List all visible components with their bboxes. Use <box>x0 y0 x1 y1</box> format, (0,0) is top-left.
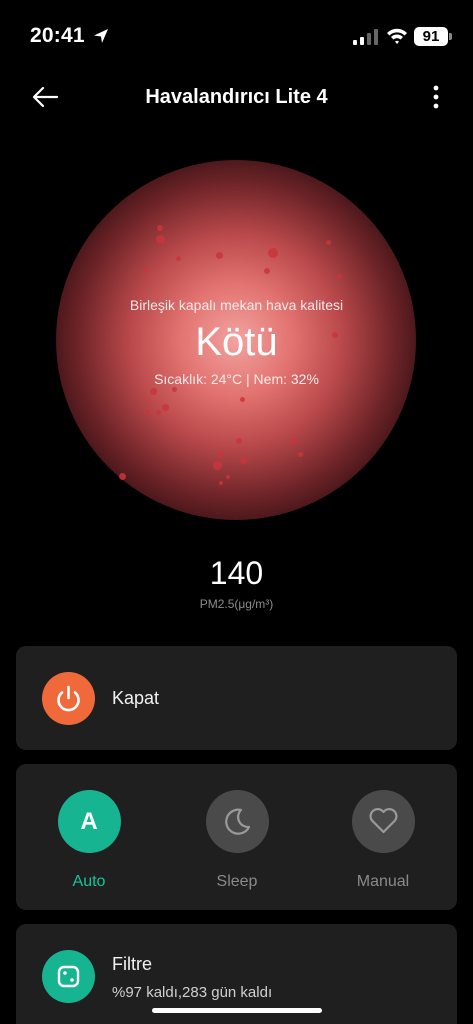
power-card[interactable]: Kapat <box>16 646 457 750</box>
mode-auto[interactable]: A Auto <box>44 790 134 891</box>
wifi-icon <box>387 28 407 44</box>
particle-dot <box>240 397 245 402</box>
particle-dot <box>219 481 223 485</box>
particle-dot <box>291 438 297 444</box>
particle-dot <box>216 252 223 259</box>
mode-manual[interactable]: Manual <box>338 790 428 891</box>
mode-card: A Auto Sleep Manual <box>16 764 457 910</box>
mode-auto-label: Auto <box>72 873 106 890</box>
page-title: Havalandırıcı Lite 4 <box>145 86 328 108</box>
temperature-humidity: Sıcaklık: 24°C | Nem: 32% <box>154 371 319 387</box>
mode-manual-button[interactable] <box>351 790 415 853</box>
particle-dot <box>156 235 165 244</box>
battery-tip <box>449 33 452 40</box>
particle-dot <box>213 461 222 470</box>
particle-dot <box>264 268 270 274</box>
particle-dot <box>157 225 163 231</box>
particle-dot <box>298 452 303 457</box>
mode-sleep-label: Sleep <box>216 873 258 890</box>
air-quality-level: Kötü <box>195 320 278 364</box>
filter-icon-button <box>42 950 95 1003</box>
power-button[interactable] <box>42 672 95 725</box>
location-arrow-icon <box>94 29 108 43</box>
mode-sleep[interactable]: Sleep <box>192 790 282 891</box>
heart-icon <box>369 808 397 834</box>
air-quality-caption: Birleşik kapalı mekan hava kalitesi <box>129 297 344 313</box>
particle-dot <box>240 457 247 464</box>
status-bar: 20:41 91 <box>0 0 473 70</box>
particle-dot <box>172 387 177 392</box>
status-time: 20:41 <box>30 24 85 47</box>
pm25-value: 140 <box>209 555 264 591</box>
particle-dot <box>156 410 161 415</box>
battery-indicator: 91 <box>414 27 448 46</box>
particle-dot <box>162 404 169 411</box>
particle-dot <box>268 248 278 258</box>
auto-a-icon: A <box>80 808 98 835</box>
particle-dot <box>119 473 126 480</box>
filter-title: Filtre <box>112 954 152 974</box>
pm25-unit: PM2.5(μg/m³) <box>199 597 274 611</box>
header: Havalandırıcı Lite 4 <box>0 70 473 124</box>
cellular-signal-icon <box>353 29 378 45</box>
particle-dot <box>236 438 242 444</box>
moon-icon <box>224 808 250 835</box>
power-icon <box>57 685 80 712</box>
particle-dot <box>326 240 331 245</box>
home-indicator[interactable] <box>152 1008 322 1013</box>
mode-sleep-button[interactable] <box>205 790 269 853</box>
screen: 20:41 91 Havalandırıcı Lite 4 Birleşik k… <box>0 0 473 1024</box>
particle-dot <box>150 388 157 395</box>
particle-dot <box>218 452 224 458</box>
particle-dot <box>337 274 342 279</box>
particle-dot <box>226 475 230 479</box>
more-options-icon[interactable] <box>426 84 446 110</box>
particle-dot <box>176 256 181 261</box>
power-label: Kapat <box>112 688 160 708</box>
particle-dot <box>144 268 148 272</box>
filter-icon <box>57 965 80 988</box>
particle-dot <box>145 410 150 415</box>
mode-auto-button[interactable]: A <box>57 790 121 853</box>
mode-manual-label: Manual <box>356 873 410 890</box>
filter-status: %97 kaldı,283 gün kaldı <box>112 984 273 1001</box>
